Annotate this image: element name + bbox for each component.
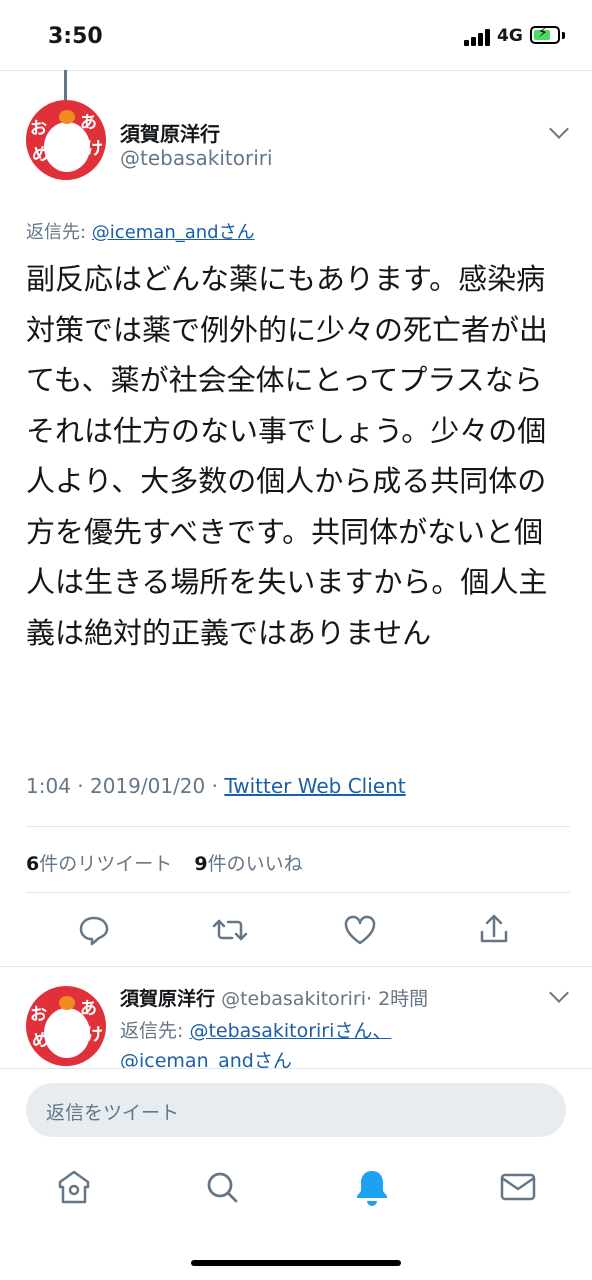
- avatar-text-4: け: [86, 139, 103, 159]
- like-count: 9: [194, 853, 208, 875]
- compose-divider: [0, 1068, 592, 1069]
- reply-to-line: 返信先: @iceman_andさん: [26, 218, 255, 244]
- retweet-count: 6: [26, 853, 40, 875]
- author-name[interactable]: 須賀原洋行: [120, 118, 220, 147]
- reply2-to-line-2: @iceman_andさん: [120, 1046, 292, 1068]
- tweet-timestamp: 1:04 · 2019/01/20 ·: [26, 774, 225, 798]
- status-time: 3:50: [48, 24, 103, 49]
- avatar-text-2: め: [32, 145, 49, 165]
- avatar-text-1: お: [30, 119, 47, 139]
- reply-time: · 2時間: [365, 988, 429, 1010]
- tweet-body: 副反応はどんな薬にもあります。感染病対策では薬で例外的に少々の死亡者が出ても、薬…: [26, 262, 549, 650]
- retweet-icon[interactable]: [210, 910, 250, 950]
- reply-target-link[interactable]: @iceman_andさん: [92, 222, 255, 243]
- reply-author-handle[interactable]: @tebasakitoriri: [221, 988, 366, 1010]
- battery-icon: ⚡: [530, 25, 560, 44]
- reply-avatar-text-1: お: [30, 1005, 47, 1025]
- meta-divider: [26, 826, 570, 827]
- retweet-stat[interactable]: 6件のリツイート: [26, 853, 172, 875]
- like-stat[interactable]: 9件のいいね: [194, 853, 302, 875]
- notifications-icon[interactable]: [350, 1165, 394, 1209]
- thread-connector: [64, 70, 67, 100]
- reply-avatar-text-4: け: [86, 1025, 103, 1045]
- reply-avatar[interactable]: お め あ け: [26, 986, 106, 1066]
- reply-chevron-down-icon[interactable]: [549, 983, 569, 1003]
- status-bar: 3:50 4G ⚡: [0, 0, 592, 70]
- network-label: 4G: [497, 26, 523, 46]
- reply-header: 須賀原洋行 @tebasakitoriri· 2時間: [120, 984, 428, 1011]
- search-icon[interactable]: [200, 1165, 244, 1209]
- reply2-target-link-2[interactable]: @iceman_andさん: [120, 1050, 292, 1068]
- compose-placeholder: 返信をツイート: [46, 1102, 180, 1124]
- tweet-stats: 6件のリツイート 9件のいいね: [26, 849, 303, 876]
- home-indicator: [191, 1260, 401, 1266]
- tweet-meta: 1:04 · 2019/01/20 · Twitter Web Client: [26, 774, 406, 798]
- reply-author-name[interactable]: 須賀原洋行: [120, 988, 215, 1010]
- battery-tip: [562, 32, 565, 39]
- tweet-client-link[interactable]: Twitter Web Client: [224, 774, 405, 798]
- reply-avatar-text-2: め: [32, 1031, 49, 1051]
- reply2-prefix: 返信先:: [120, 1020, 190, 1042]
- author-handle[interactable]: @tebasakitoriri: [120, 146, 273, 170]
- reply2-target-link-1[interactable]: @tebasakitoririさん、: [189, 1020, 391, 1042]
- retweet-label: 件のリツイート: [39, 853, 173, 875]
- like-label: 件のいいね: [207, 853, 303, 875]
- reply-compose-input[interactable]: 返信をツイート: [26, 1083, 566, 1137]
- reply2-to-line: 返信先: @tebasakitoririさん、: [120, 1016, 391, 1043]
- avatar-text-3: あ: [80, 113, 97, 133]
- messages-icon[interactable]: [496, 1165, 540, 1209]
- home-icon[interactable]: [52, 1165, 96, 1209]
- share-icon[interactable]: [474, 910, 514, 950]
- like-icon[interactable]: [340, 910, 380, 950]
- header-divider: [0, 70, 592, 71]
- stats-divider: [26, 892, 570, 893]
- chevron-down-icon[interactable]: [549, 119, 569, 139]
- signal-icon: [464, 28, 492, 46]
- tweet-divider: [0, 966, 592, 967]
- reply-to-prefix: 返信先:: [26, 222, 92, 243]
- reply-icon[interactable]: [74, 910, 114, 950]
- reply-avatar-text-3: あ: [80, 999, 97, 1019]
- avatar[interactable]: お め あ け: [26, 100, 106, 180]
